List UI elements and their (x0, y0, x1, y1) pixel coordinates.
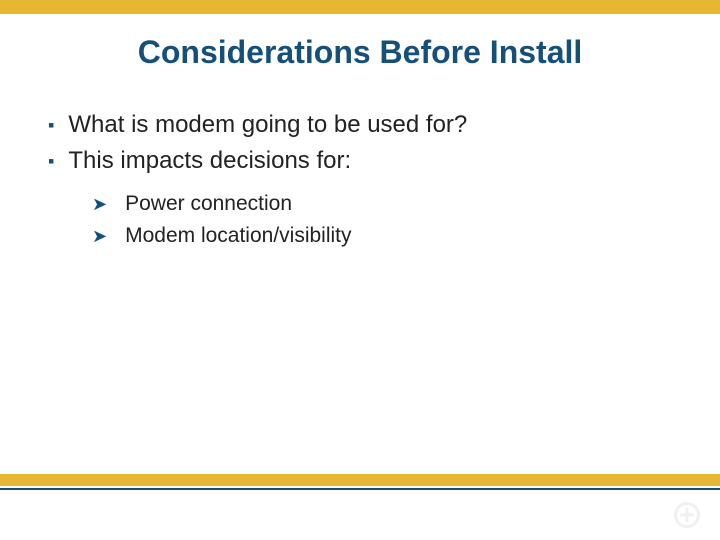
sub-bullet-item: ➤ Modem location/visibility (92, 222, 672, 250)
top-accent-bar (0, 0, 720, 14)
brand-logo (674, 498, 706, 532)
square-bullet-icon: ▪ (48, 146, 54, 176)
bottom-accent-line (0, 488, 720, 490)
slide-content: ▪ What is modem going to be used for? ▪ … (48, 110, 672, 254)
bottom-accent-bar (0, 474, 720, 486)
bullet-item: ▪ This impacts decisions for: (48, 146, 672, 176)
sub-bullet-text: Power connection (125, 190, 292, 218)
sub-bullet-list: ➤ Power connection ➤ Modem location/visi… (92, 190, 672, 250)
sub-bullet-text: Modem location/visibility (125, 222, 351, 250)
bullet-list: ▪ What is modem going to be used for? ▪ … (48, 110, 672, 176)
bullet-text: This impacts decisions for: (68, 146, 351, 176)
arrow-bullet-icon: ➤ (92, 190, 107, 218)
bullet-item: ▪ What is modem going to be used for? (48, 110, 672, 140)
arrow-bullet-icon: ➤ (92, 222, 107, 250)
sub-bullet-item: ➤ Power connection (92, 190, 672, 218)
bullet-text: What is modem going to be used for? (68, 110, 467, 140)
logo-mark-icon (674, 502, 700, 528)
slide: Considerations Before Install ▪ What is … (0, 0, 720, 540)
slide-title: Considerations Before Install (0, 34, 720, 71)
square-bullet-icon: ▪ (48, 110, 54, 140)
